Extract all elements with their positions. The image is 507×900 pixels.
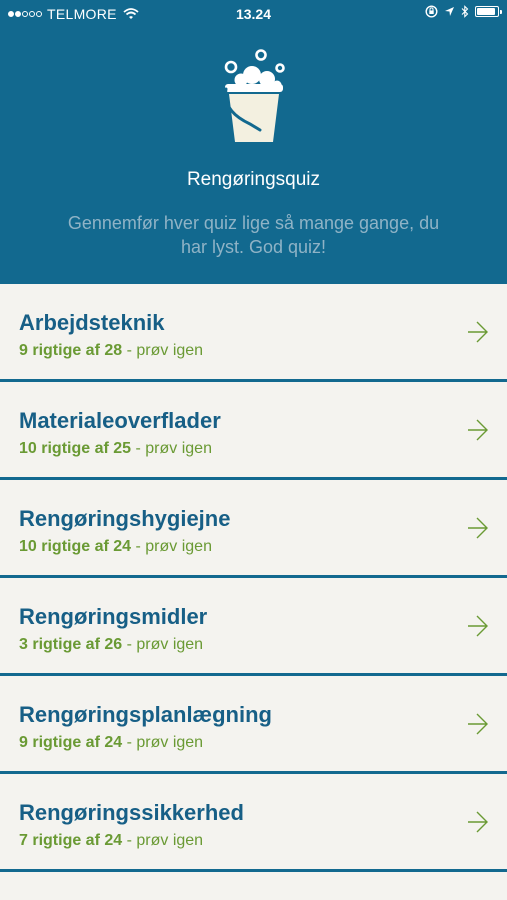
quiz-item-materialeoverflader[interactable]: Materialeoverflader 10 rigtige af 25 - p… <box>0 382 507 480</box>
quiz-title: Rengøringssikkerhed <box>19 800 244 825</box>
status-right <box>425 5 502 18</box>
quiz-title: Arbejdsteknik <box>19 310 165 335</box>
battery-icon <box>475 6 502 17</box>
quiz-title: Materialeoverflader <box>19 408 221 433</box>
page-subtitle: Gennemfør hver quiz lige så mange gange,… <box>67 213 440 257</box>
quiz-item-rengoringshygiejne[interactable]: Rengøringshygiejne 10 rigtige af 24 - pr… <box>0 480 507 578</box>
quiz-retry-text: - prøv igen <box>131 440 212 457</box>
quiz-retry-text: - prøv igen <box>122 342 204 359</box>
quiz-score: 3 rigtige af 26 <box>19 636 123 653</box>
quiz-score: 7 rigtige af 24 <box>19 832 123 849</box>
bluetooth-icon <box>461 5 469 18</box>
quiz-result: 7 rigtige af 24 - prøv igen <box>19 832 203 850</box>
quiz-title: Rengøringshygiejne <box>19 506 231 531</box>
quiz-item-rengoringsmidler[interactable]: Rengøringsmidler 3 rigtige af 26 - prøv … <box>0 578 507 676</box>
status-bar: TELMORE 13.24 <box>0 0 507 28</box>
quiz-item-rengoringssikkerhed[interactable]: Rengøringssikkerhed 7 rigtige af 24 - pr… <box>0 774 507 872</box>
quiz-result: 9 rigtige af 24 - prøv igen <box>19 734 203 752</box>
quiz-item-rengoringsplanlaegning[interactable]: Rengøringsplanlægning 9 rigtige af 24 - … <box>0 676 507 774</box>
arrow-right-icon[interactable] <box>467 320 489 344</box>
arrow-right-icon[interactable] <box>467 418 489 442</box>
arrow-right-icon[interactable] <box>467 516 489 540</box>
quiz-retry-text: - prøv igen <box>122 832 204 849</box>
bucket-with-bubbles-icon <box>224 49 285 142</box>
rotation-lock-icon <box>425 5 438 18</box>
next-list-item-partial[interactable] <box>0 876 507 900</box>
quiz-result: 10 rigtige af 24 - prøv igen <box>19 538 212 556</box>
arrow-right-icon[interactable] <box>467 614 489 638</box>
location-arrow-icon <box>445 7 454 16</box>
page-title: Rengøringsquiz <box>186 169 321 190</box>
quiz-title: Rengøringsplanlægning <box>19 702 272 727</box>
quiz-result: 9 rigtige af 28 - prøv igen <box>19 342 203 360</box>
quiz-title: Rengøringsmidler <box>19 604 208 629</box>
quiz-list: Arbejdsteknik 9 rigtige af 28 - prøv ige… <box>0 284 507 872</box>
quiz-result: 10 rigtige af 25 - prøv igen <box>19 440 212 458</box>
arrow-right-icon[interactable] <box>467 810 489 834</box>
quiz-score: 9 rigtige af 28 <box>19 342 123 359</box>
arrow-right-icon[interactable] <box>467 712 489 736</box>
quiz-item-arbejdsteknik[interactable]: Arbejdsteknik 9 rigtige af 28 - prøv ige… <box>0 284 507 382</box>
quiz-retry-text: - prøv igen <box>122 636 204 653</box>
quiz-result: 3 rigtige af 26 - prøv igen <box>19 636 203 654</box>
quiz-score: 9 rigtige af 24 <box>19 734 123 751</box>
quiz-score: 10 rigtige af 25 <box>19 440 132 457</box>
quiz-retry-text: - prøv igen <box>122 734 204 751</box>
header: TELMORE 13.24 Rengøringsquiz Gennemfør h… <box>0 0 507 284</box>
quiz-score: 10 rigtige af 24 <box>19 538 132 555</box>
quiz-retry-text: - prøv igen <box>131 538 212 555</box>
